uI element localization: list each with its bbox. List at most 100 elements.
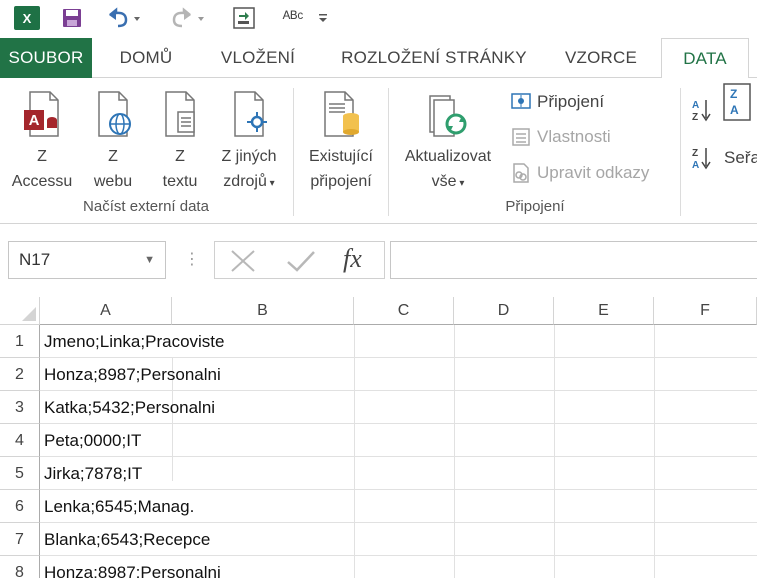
connections-label: Připojení (537, 92, 605, 111)
other-sources-icon (212, 90, 286, 140)
column-header-e[interactable]: E (554, 297, 654, 325)
cell-a3[interactable]: Katka;5432;Personalni (44, 391, 215, 424)
table-row[interactable]: Katka;5432;Personalni (40, 391, 757, 424)
sort-za-icon: ZA (690, 147, 712, 170)
column-header-f[interactable]: F (654, 297, 757, 325)
from-access-label-1: Z (37, 148, 47, 165)
svg-text:Z: Z (730, 87, 737, 101)
group-label-connections: Připojení (505, 198, 565, 215)
from-text-label-1: Z (175, 148, 185, 165)
sort-label: Seřa (724, 148, 757, 167)
cell-a1[interactable]: Jmeno;Linka;Pracoviste (44, 325, 224, 358)
group-label-get-external-data: Načíst externí data (83, 198, 209, 215)
sort-a-to-z-button[interactable]: AZ (690, 96, 717, 124)
from-web-label-1: Z (108, 148, 118, 165)
tab-page-layout[interactable]: ROZLOŽENÍ STRÁNKY (328, 38, 540, 78)
column-header-d[interactable]: D (454, 297, 554, 325)
svg-text:Z: Z (692, 112, 698, 122)
cell-a6[interactable]: Lenka;6545;Manag. (44, 490, 194, 523)
tab-data[interactable]: DATA (661, 38, 749, 79)
sort-dialog-icon[interactable]: ZA (722, 83, 752, 121)
properties-button[interactable]: Vlastnosti (510, 123, 611, 151)
name-box-dropdown-icon[interactable]: ▼ (144, 242, 155, 278)
svg-text:A: A (692, 160, 699, 170)
svg-text:A: A (692, 100, 699, 111)
name-box[interactable]: N17 ▼ (8, 241, 166, 279)
redo-icon[interactable] (168, 5, 208, 31)
tab-insert[interactable]: VLOŽENÍ (206, 38, 310, 78)
sort-az-icon: AZ (690, 99, 712, 122)
edit-links-label: Upravit odkazy (537, 163, 650, 182)
cell-a2[interactable]: Honza;8987;Personalni (44, 358, 221, 391)
refresh-all-qat-icon[interactable] (232, 5, 256, 31)
table-row[interactable]: Blanka;6543;Recepce (40, 523, 757, 556)
from-text-label-2: textu (162, 173, 198, 190)
tab-home[interactable]: DOMŮ (102, 38, 190, 78)
cell-a5[interactable]: Jirka;7878;IT (44, 457, 142, 490)
cell-a7[interactable]: Blanka;6543;Recepce (44, 523, 210, 556)
refresh-all-button[interactable]: Aktualizovat vše ▾ (394, 86, 502, 196)
enter-icon[interactable] (285, 248, 317, 279)
row-header-8[interactable]: 8 (0, 556, 40, 578)
from-access-button[interactable]: A Z Accessu (4, 86, 80, 194)
row-header-3[interactable]: 3 (0, 391, 40, 424)
dropdown-arrow-icon: ▾ (266, 178, 275, 189)
excel-logo-icon: X (14, 6, 40, 30)
name-box-value: N17 (19, 250, 51, 269)
cell-a4[interactable]: Peta;0000;IT (44, 424, 141, 457)
abc-icon[interactable]: ᴬᴮᶜ (276, 5, 310, 31)
existing-connections-button[interactable]: Existující připojení (298, 86, 384, 194)
from-other-label-1: Z jiných (221, 148, 277, 165)
table-row[interactable]: Jmeno;Linka;Pracoviste (40, 325, 757, 358)
existing-connections-label-2: připojení (310, 173, 372, 190)
row-header-5[interactable]: 5 (0, 457, 40, 490)
table-row[interactable]: Honza;8987;Personalni (40, 556, 757, 578)
tab-file[interactable]: SOUBOR (0, 38, 92, 78)
table-row[interactable]: Peta;0000;IT (40, 424, 757, 457)
row-header-2[interactable]: 2 (0, 358, 40, 391)
refresh-all-label-2: vše ▾ (431, 173, 465, 190)
formula-input[interactable] (390, 241, 757, 279)
ribbon: A Z Accessu Z webu Z textu Z jiných zdro… (0, 78, 757, 224)
svg-text:Z: Z (692, 148, 698, 159)
edit-links-button[interactable]: Upravit odkazy (510, 159, 649, 187)
from-other-label-2: zdrojů ▾ (223, 173, 275, 190)
connections-icon (510, 91, 532, 113)
svg-text:A: A (730, 103, 739, 117)
table-row[interactable]: Honza;8987;Personalni (40, 358, 757, 391)
existing-connections-icon (298, 90, 384, 140)
refresh-all-label-1: Aktualizovat (404, 148, 492, 165)
sort-button[interactable]: Seřa (724, 144, 757, 172)
access-file-icon: A (4, 90, 80, 140)
edit-links-icon (510, 162, 532, 184)
row-header-7[interactable]: 7 (0, 523, 40, 556)
row-header-1[interactable]: 1 (0, 325, 40, 358)
row-header-6[interactable]: 6 (0, 490, 40, 523)
cancel-icon[interactable] (229, 248, 257, 279)
ribbon-tabs: SOUBOR DOMŮ VLOŽENÍ ROZLOŽENÍ STRÁNKY VZ… (0, 38, 757, 79)
spreadsheet-grid[interactable]: A B C D E F 1 Jmeno;Linka;Pracoviste 2 H… (0, 297, 757, 578)
from-other-sources-button[interactable]: Z jiných zdrojů ▾ (212, 86, 286, 196)
customize-qat-icon[interactable] (317, 5, 329, 31)
properties-label: Vlastnosti (537, 127, 611, 146)
connections-button[interactable]: Připojení (510, 88, 604, 116)
table-row[interactable]: Jirka;7878;IT (40, 457, 757, 490)
column-header-c[interactable]: C (354, 297, 454, 325)
save-icon[interactable] (60, 5, 84, 31)
from-text-button[interactable]: Z textu (152, 86, 208, 194)
column-header-b[interactable]: B (172, 297, 354, 325)
column-header-a[interactable]: A (40, 297, 172, 325)
formula-bar: N17 ▼ ⋮ fx (0, 225, 757, 297)
insert-function-icon[interactable]: fx (343, 244, 362, 274)
formula-bar-splitter-icon[interactable]: ⋮ (184, 249, 200, 269)
properties-icon (510, 126, 532, 148)
cell-a8[interactable]: Honza;8987;Personalni (44, 556, 221, 578)
tab-formulas[interactable]: VZORCE (554, 38, 648, 78)
from-web-button[interactable]: Z webu (84, 86, 142, 194)
undo-icon[interactable] (104, 5, 144, 31)
select-all-corner[interactable] (0, 297, 40, 325)
from-access-label-2: Accessu (11, 173, 73, 190)
table-row[interactable]: Lenka;6545;Manag. (40, 490, 757, 523)
row-header-4[interactable]: 4 (0, 424, 40, 457)
sort-z-to-a-button[interactable]: ZA (690, 144, 717, 172)
